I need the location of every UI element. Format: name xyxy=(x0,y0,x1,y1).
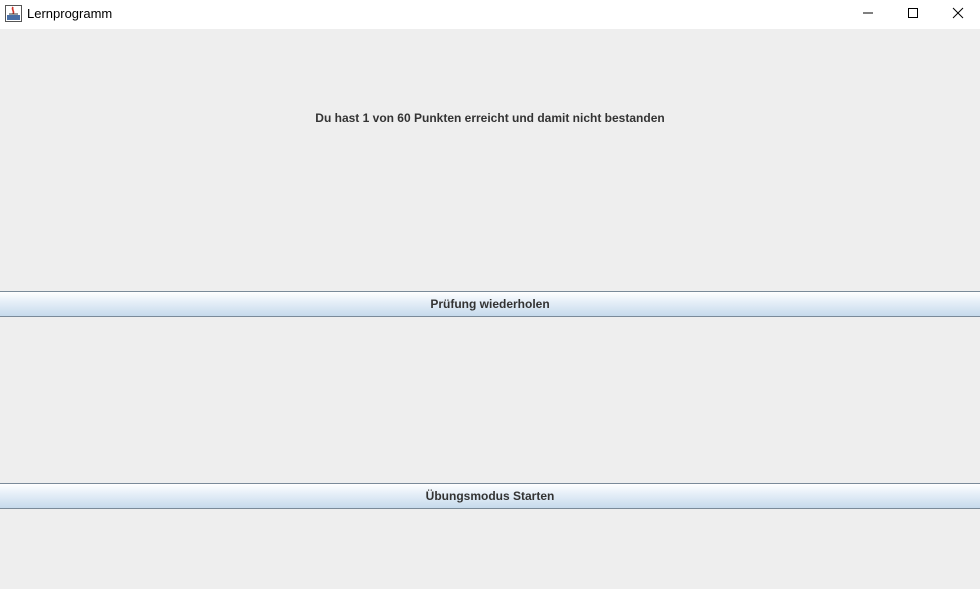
close-button[interactable] xyxy=(935,0,980,29)
maximize-button[interactable] xyxy=(890,0,936,29)
start-practice-mode-button[interactable]: Übungsmodus Starten xyxy=(0,483,980,509)
result-message: Du hast 1 von 60 Punkten erreicht und da… xyxy=(315,111,665,125)
minimize-button[interactable] xyxy=(845,0,891,29)
maximize-icon xyxy=(907,6,919,24)
close-icon xyxy=(952,6,964,24)
application-window: Lernprogramm Du hast 1 von 60 Punkten er… xyxy=(0,0,980,589)
retry-exam-button[interactable]: Prüfung wiederholen xyxy=(0,291,980,317)
window-title: Lernprogramm xyxy=(27,6,113,21)
title-bar[interactable]: Lernprogramm xyxy=(0,0,980,29)
minimize-icon xyxy=(862,6,874,24)
main-content: Du hast 1 von 60 Punkten erreicht und da… xyxy=(0,29,980,589)
java-app-icon xyxy=(5,5,22,22)
